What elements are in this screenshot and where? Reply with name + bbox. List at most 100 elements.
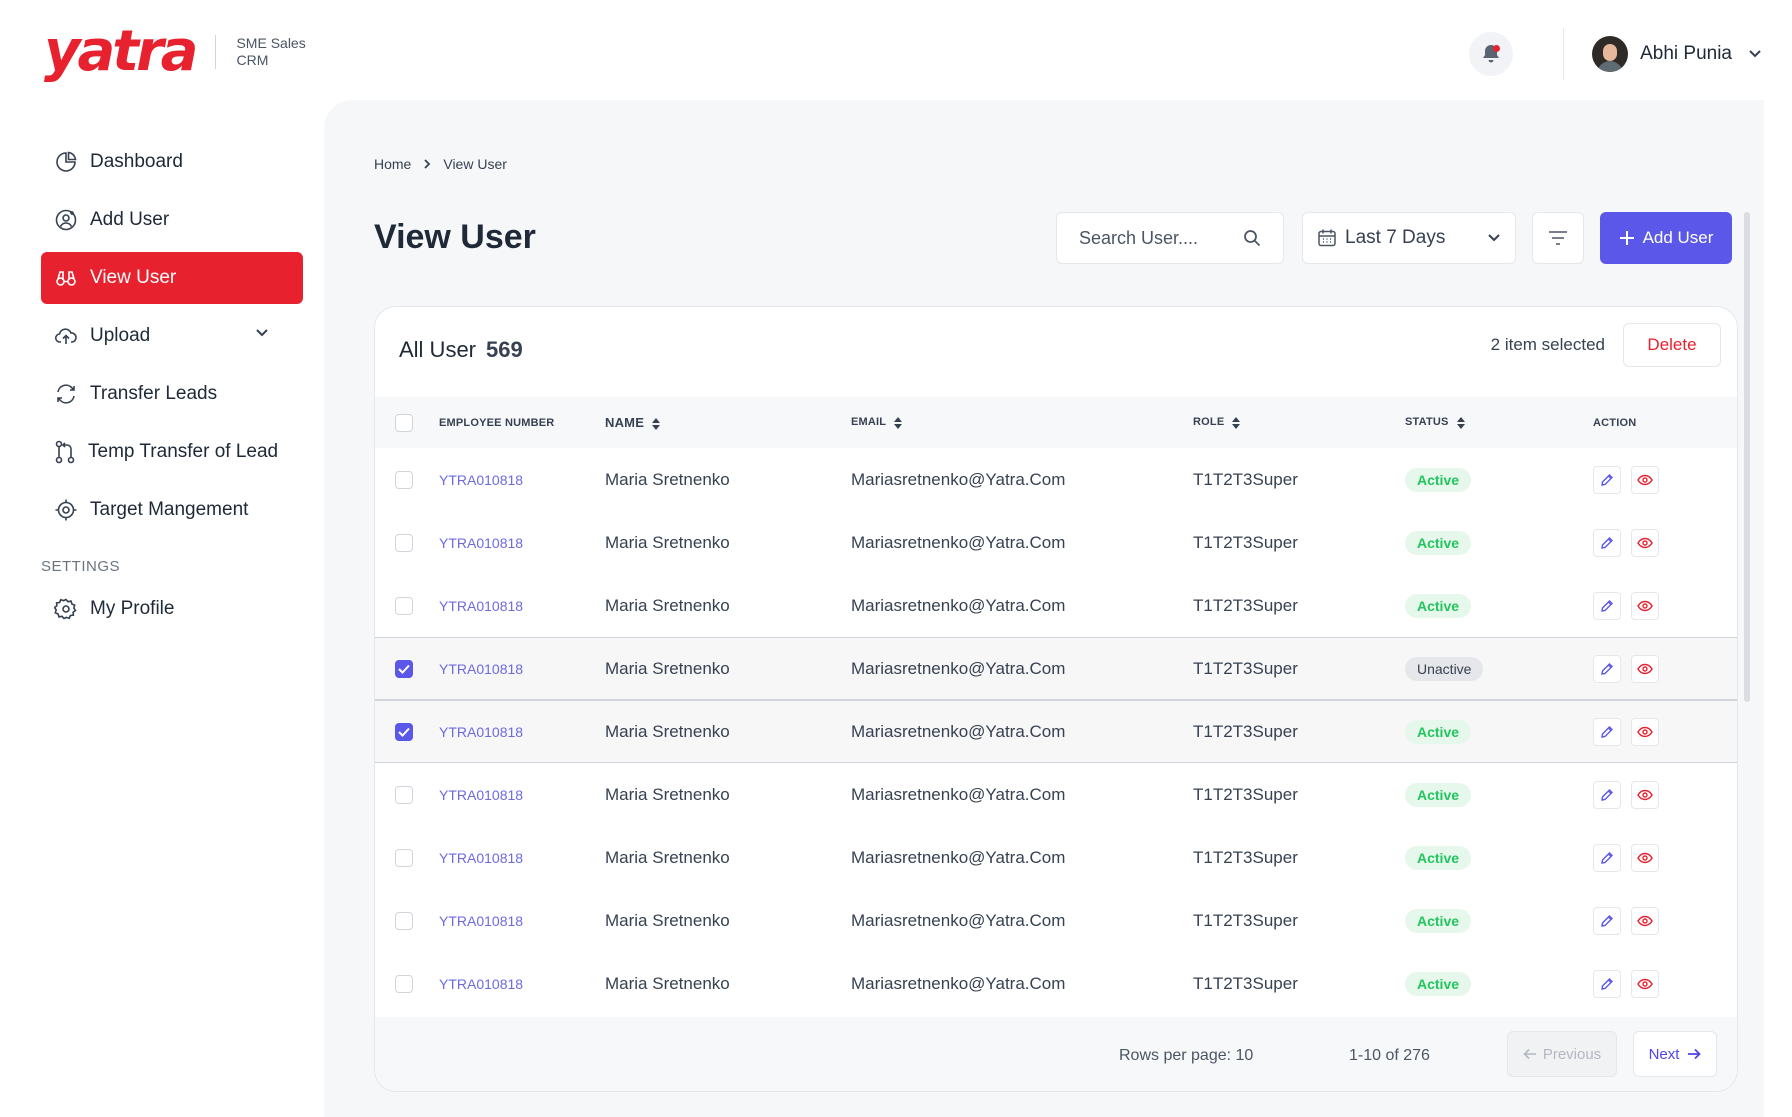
- table-row[interactable]: YTRA010818 Maria Sretnenko Mariasretnenko@…: [375, 826, 1737, 889]
- row-checkbox[interactable]: [395, 974, 413, 993]
- table-body: YTRA010818 Maria Sretnenko Mariasretnenko@…: [375, 448, 1737, 1015]
- search-input[interactable]: [1079, 227, 1219, 249]
- eye-icon: [1637, 600, 1653, 611]
- sort-icon[interactable]: [894, 416, 903, 429]
- calendar-icon: [1318, 229, 1336, 247]
- scrollbar[interactable]: [1744, 212, 1750, 702]
- edit-button[interactable]: [1593, 780, 1621, 809]
- edit-button[interactable]: [1593, 843, 1621, 872]
- chevron-down-icon: [1488, 234, 1500, 242]
- sidebar-item-label: Dashboard: [90, 151, 183, 172]
- view-button[interactable]: [1631, 717, 1659, 746]
- table-row[interactable]: YTRA010818 Maria Sretnenko Mariasretnenko@…: [375, 952, 1737, 1015]
- breadcrumb-home[interactable]: Home: [374, 156, 411, 172]
- user-email-cell: Mariasretnenko@Yatra.Com: [851, 595, 1066, 615]
- user-email-cell: Mariasretnenko@Yatra.Com: [851, 721, 1066, 741]
- employee-number-link[interactable]: YTRA010818: [439, 976, 605, 992]
- sort-icon[interactable]: [1456, 416, 1465, 429]
- row-checkbox[interactable]: [395, 659, 413, 678]
- pencil-icon: [1601, 977, 1613, 990]
- view-button[interactable]: [1631, 969, 1659, 998]
- table-row[interactable]: YTRA010818 Maria Sretnenko Mariasretnenko@…: [375, 700, 1737, 763]
- header-email-label: EMAIL: [851, 416, 887, 429]
- employee-number-link[interactable]: YTRA010818: [439, 724, 605, 740]
- chevron-down-icon[interactable]: [255, 328, 269, 338]
- avatar[interactable]: [1592, 36, 1629, 72]
- employee-number-link[interactable]: YTRA010818: [439, 598, 605, 614]
- row-checkbox[interactable]: [395, 785, 413, 804]
- pie-chart-icon: [56, 151, 77, 172]
- edit-button[interactable]: [1593, 969, 1621, 998]
- delete-button[interactable]: Delete: [1623, 323, 1721, 367]
- employee-number-link[interactable]: YTRA010818: [439, 661, 605, 677]
- sidebar-item-add-user[interactable]: Add User: [41, 194, 303, 246]
- edit-button[interactable]: [1593, 906, 1621, 935]
- header-status-label: STATUS: [1405, 416, 1449, 429]
- pencil-icon: [1601, 851, 1613, 864]
- view-button[interactable]: [1631, 906, 1659, 935]
- header-name-label: NAME: [605, 415, 645, 430]
- rows-per-page[interactable]: Rows per page: 10: [1119, 1047, 1253, 1065]
- table-row[interactable]: YTRA010818 Maria Sretnenko Mariasretnenko@…: [375, 763, 1737, 826]
- users-card: All User 569 2 item selected Delete EMPLO…: [374, 306, 1738, 1092]
- filter-button[interactable]: [1532, 212, 1584, 264]
- header-status[interactable]: STATUS: [1405, 416, 1593, 429]
- status-badge: Active: [1405, 782, 1472, 807]
- table-row[interactable]: YTRA010818 Maria Sretnenko Mariasretnenko@…: [375, 574, 1737, 637]
- employee-number-link[interactable]: YTRA010818: [439, 913, 605, 929]
- header-name[interactable]: NAME: [605, 415, 851, 430]
- row-checkbox[interactable]: [395, 848, 413, 867]
- notification-button[interactable]: [1469, 32, 1514, 76]
- previous-button[interactable]: Previous: [1507, 1031, 1617, 1077]
- view-button[interactable]: [1631, 528, 1659, 557]
- eye-icon: [1637, 474, 1653, 485]
- sort-icon[interactable]: [652, 417, 661, 430]
- view-button[interactable]: [1631, 591, 1659, 620]
- card-title: All User 569: [399, 337, 523, 363]
- sidebar-item-target-management[interactable]: Target Mangement: [41, 484, 303, 536]
- employee-number-link[interactable]: YTRA010818: [439, 472, 605, 488]
- date-range-select[interactable]: Last 7 Days: [1302, 212, 1516, 264]
- edit-button[interactable]: [1593, 465, 1621, 494]
- add-user-button[interactable]: Add User: [1600, 212, 1732, 264]
- chevron-down-icon[interactable]: [1748, 49, 1762, 59]
- row-checkbox[interactable]: [395, 533, 413, 552]
- edit-button[interactable]: [1593, 654, 1621, 683]
- table-row[interactable]: YTRA010818 Maria Sretnenko Mariasretnenko@…: [375, 637, 1737, 700]
- table-row[interactable]: YTRA010818 Maria Sretnenko Mariasretnenko@…: [375, 511, 1737, 574]
- sidebar-item-my-profile[interactable]: My Profile: [41, 583, 303, 635]
- employee-number-link[interactable]: YTRA010818: [439, 535, 605, 551]
- sidebar-item-temp-transfer[interactable]: Temp Transfer of Lead: [41, 426, 303, 478]
- cloud-upload-icon: [54, 328, 77, 344]
- employee-number-link[interactable]: YTRA010818: [439, 850, 605, 866]
- row-checkbox[interactable]: [395, 911, 413, 930]
- user-name[interactable]: Abhi Punia: [1640, 43, 1732, 65]
- search-icon[interactable]: [1243, 229, 1261, 247]
- view-button[interactable]: [1631, 780, 1659, 809]
- row-checkbox[interactable]: [395, 596, 413, 615]
- app: yatra SME Sales CRM Abhi Punia Dashboard…: [0, 0, 1792, 1117]
- view-button[interactable]: [1631, 465, 1659, 494]
- user-name-cell: Maria Sretnenko: [605, 595, 730, 615]
- table-row[interactable]: YTRA010818 Maria Sretnenko Mariasretnenko@…: [375, 448, 1737, 511]
- employee-number-link[interactable]: YTRA010818: [439, 787, 605, 803]
- gear-icon: [54, 598, 77, 620]
- header-email[interactable]: EMAIL: [851, 416, 1193, 429]
- sidebar-item-transfer-leads[interactable]: Transfer Leads: [41, 368, 303, 420]
- view-button[interactable]: [1631, 843, 1659, 872]
- edit-button[interactable]: [1593, 528, 1621, 557]
- sort-icon[interactable]: [1232, 416, 1241, 429]
- table-row[interactable]: YTRA010818 Maria Sretnenko Mariasretnenko@…: [375, 889, 1737, 952]
- select-all-checkbox[interactable]: [395, 413, 413, 432]
- next-button[interactable]: Next: [1633, 1031, 1717, 1077]
- header-role[interactable]: ROLE: [1193, 416, 1405, 429]
- sidebar-item-view-user[interactable]: View User: [41, 252, 303, 304]
- view-button[interactable]: [1631, 654, 1659, 683]
- edit-button[interactable]: [1593, 591, 1621, 620]
- row-checkbox[interactable]: [395, 722, 413, 741]
- brand-logo[interactable]: yatra SME Sales CRM: [44, 22, 316, 82]
- sidebar-item-dashboard[interactable]: Dashboard: [41, 136, 303, 188]
- row-checkbox[interactable]: [395, 470, 413, 489]
- sidebar-item-upload[interactable]: Upload: [41, 310, 303, 362]
- edit-button[interactable]: [1593, 717, 1621, 746]
